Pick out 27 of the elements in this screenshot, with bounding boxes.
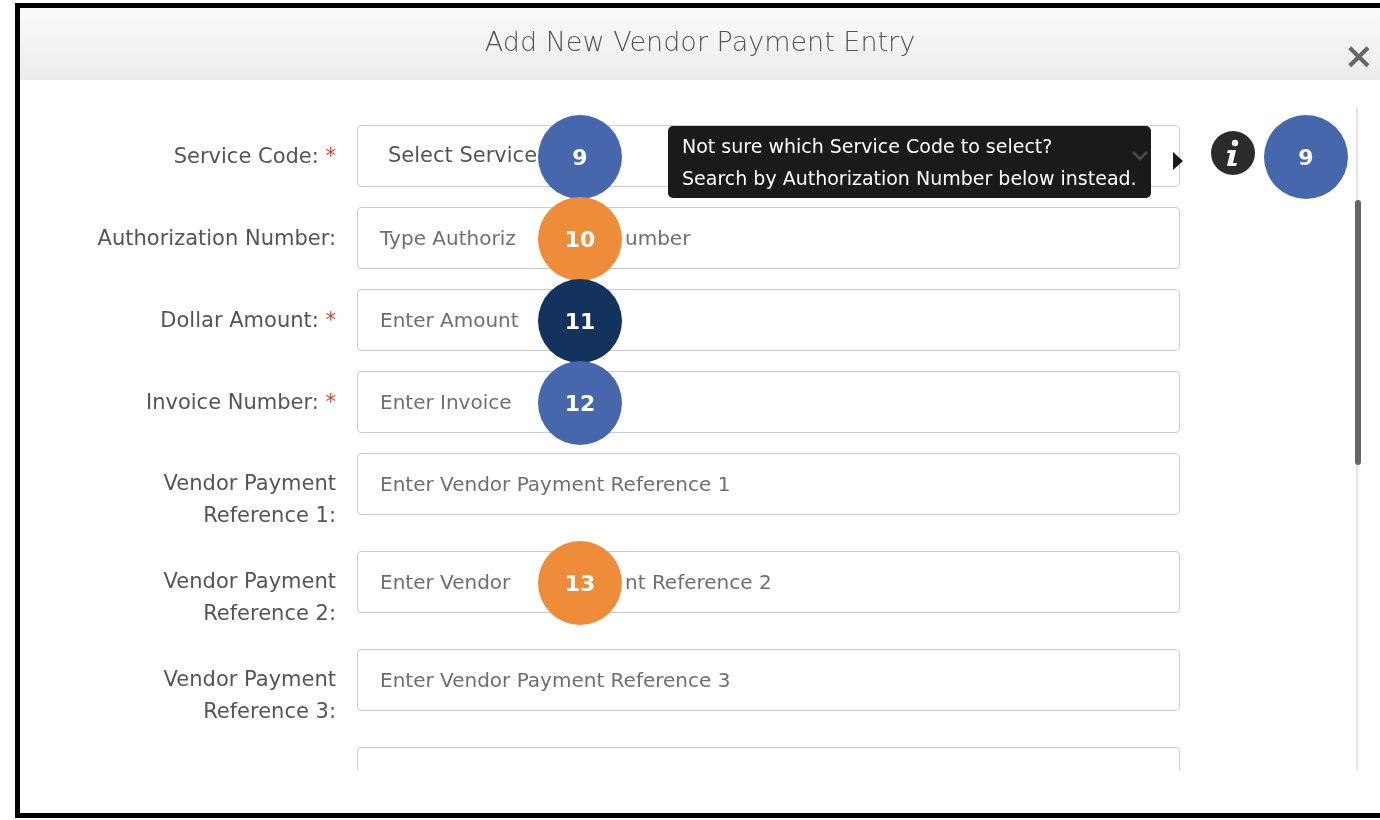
field-label: Authorization Number: [97,225,336,252]
field-label: Vendor Payment Reference 2: [163,568,336,627]
placeholder-text: Enter Vendor Payment Reference 1 [380,471,731,498]
placeholder-text: nt Reference 2 [625,569,772,596]
placeholder-text: Enter Amount [380,307,519,334]
placeholder-text: Enter Invoice [380,389,512,416]
step-number-badge: 9 [1264,115,1348,199]
placeholder-text: Enter Vendor [380,569,512,596]
placeholder-text: Type Authoriz [380,225,517,252]
step-number-badge: 9 [538,115,622,199]
placeholder-text: Enter Vendor Payment Reference 3 [380,667,731,694]
field-label: Dollar Amount: * [160,307,336,334]
dialog-title: Add New Vendor Payment Entry [484,25,916,59]
step-number-badge: 11 [538,279,622,363]
input-field[interactable]: Enter Vendor Payment Reference 1 [357,453,1180,515]
placeholder-text: umber [625,225,691,252]
input-field[interactable]: Enter Vendor Payment Reference 3 [357,649,1180,711]
field-label: Vendor Payment Reference 3: [163,666,336,725]
close-button[interactable]: × [1343,38,1374,74]
field-label: Vendor Payment Reference 1: [163,470,336,529]
field-label: Invoice Number: * [146,389,336,416]
tooltip: Not sure which Service Code to select? Search by Authorization Number below instead. [668,126,1151,198]
step-number-badge: 10 [538,197,622,281]
placeholder-text: Select Service [388,142,538,170]
step-number-badge: 13 [538,541,622,625]
step-number-badge: 12 [538,361,622,445]
field-label: Service Code: * [173,143,336,170]
